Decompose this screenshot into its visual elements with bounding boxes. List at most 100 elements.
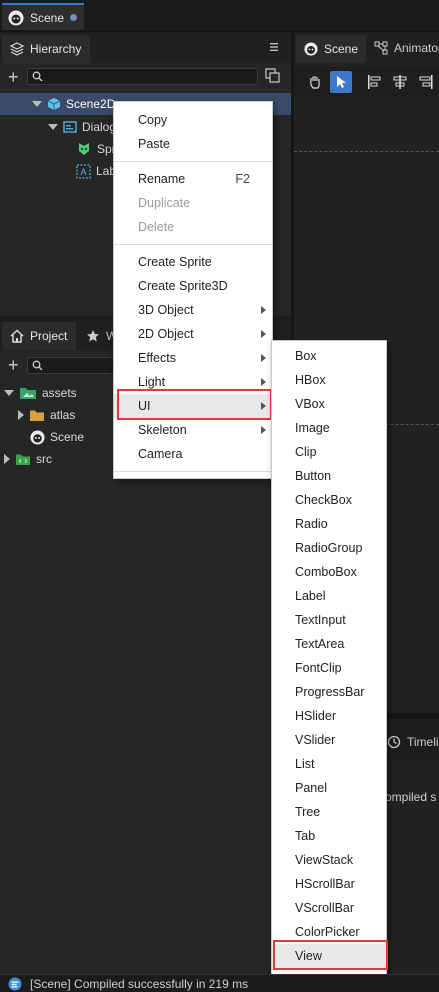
submenu-item-fontclip[interactable]: FontClip bbox=[272, 656, 386, 680]
submenu-item-progressbar[interactable]: ProgressBar bbox=[272, 680, 386, 704]
tree-row-atlas[interactable]: atlas bbox=[18, 404, 75, 426]
align-left-icon[interactable] bbox=[366, 74, 382, 90]
submenu-arrow-icon bbox=[261, 378, 266, 386]
submenu-item-radiogroup[interactable]: RadioGroup bbox=[272, 536, 386, 560]
project-search-input[interactable] bbox=[27, 357, 127, 374]
submenu-item-button[interactable]: Button bbox=[272, 464, 386, 488]
menu-item-light[interactable]: Light bbox=[114, 370, 272, 394]
status-info-icon bbox=[8, 977, 22, 991]
submenu-item-tab[interactable]: Tab bbox=[272, 824, 386, 848]
submenu-item-list[interactable]: List bbox=[272, 752, 386, 776]
code-folder-icon bbox=[15, 453, 31, 466]
submenu-item-radio[interactable]: Radio bbox=[272, 512, 386, 536]
tree-row-label: atlas bbox=[50, 408, 76, 422]
submenu-item-label[interactable]: Label bbox=[272, 584, 386, 608]
add-asset-button[interactable]: + bbox=[8, 356, 19, 374]
submenu-item-label: Box bbox=[295, 349, 317, 363]
submenu-item-textarea[interactable]: TextArea bbox=[272, 632, 386, 656]
submenu-item-image[interactable]: Image bbox=[272, 416, 386, 440]
submenu-item-label: Image bbox=[295, 421, 330, 435]
submenu-item-clip[interactable]: Clip bbox=[272, 440, 386, 464]
add-node-button[interactable]: + bbox=[8, 68, 19, 86]
tree-row-src[interactable]: src bbox=[4, 448, 52, 470]
menu-item-skeleton[interactable]: Skeleton bbox=[114, 418, 272, 442]
submenu-item-tree[interactable]: Tree bbox=[272, 800, 386, 824]
menu-item-duplicate: Duplicate bbox=[114, 191, 272, 215]
menu-item-label: Effects bbox=[138, 351, 176, 365]
menu-item-effects[interactable]: Effects bbox=[114, 346, 272, 370]
menu-item-3d-object[interactable]: 3D Object bbox=[114, 298, 272, 322]
submenu-item-label: ViewStack bbox=[295, 853, 354, 867]
expand-arrow-icon bbox=[32, 101, 42, 107]
menu-item-rename[interactable]: Rename F2 bbox=[114, 167, 272, 191]
ui-submenu: Box HBox VBox Image Clip Button CheckBox Radio R… bbox=[271, 340, 387, 992]
submenu-item-hbox[interactable]: HBox bbox=[272, 368, 386, 392]
submenu-item-box[interactable]: Box bbox=[272, 344, 386, 368]
tab-project[interactable]: Project bbox=[2, 322, 76, 350]
tree-row-sprite[interactable]: Spr bbox=[76, 138, 116, 160]
menu-item-label: Duplicate bbox=[138, 196, 191, 210]
hand-tool-icon[interactable] bbox=[304, 71, 326, 93]
expand-arrow-icon bbox=[4, 390, 14, 396]
tree-row-label: src bbox=[36, 452, 52, 466]
scene-icon bbox=[8, 10, 24, 26]
menu-item-2d-object[interactable]: 2D Object bbox=[114, 322, 272, 346]
panel-menu-icon[interactable] bbox=[268, 42, 280, 52]
folder-icon bbox=[29, 409, 45, 422]
animator-icon bbox=[374, 41, 388, 55]
submenu-arrow-icon bbox=[261, 426, 266, 434]
submenu-item-panel[interactable]: Panel bbox=[272, 776, 386, 800]
document-tab-bar: Scene bbox=[0, 0, 439, 32]
align-center-icon[interactable] bbox=[392, 74, 408, 90]
tab-hierarchy[interactable]: Hierarchy bbox=[2, 35, 90, 63]
menu-item-paste[interactable]: Paste bbox=[114, 132, 272, 156]
submenu-item-textinput[interactable]: TextInput bbox=[272, 608, 386, 632]
tab-timeline[interactable]: Timeli bbox=[387, 735, 439, 749]
copy-panel-icon[interactable] bbox=[265, 68, 280, 83]
collapse-arrow-icon bbox=[18, 410, 24, 420]
submenu-item-colorpicker[interactable]: ColorPicker bbox=[272, 920, 386, 944]
tree-row-label-node[interactable]: A Lab bbox=[76, 160, 116, 182]
submenu-item-vbox[interactable]: VBox bbox=[272, 392, 386, 416]
submenu-item-vscrollbar[interactable]: VScrollBar bbox=[272, 896, 386, 920]
menu-item-label: Copy bbox=[138, 113, 168, 127]
submenu-item-label: HSlider bbox=[295, 709, 336, 723]
select-tool-icon[interactable] bbox=[330, 71, 352, 93]
menu-item-label: 2D Object bbox=[138, 327, 194, 341]
menu-item-camera[interactable]: Camera bbox=[114, 442, 272, 466]
submenu-item-viewstack[interactable]: ViewStack bbox=[272, 848, 386, 872]
menu-item-copy[interactable]: Copy bbox=[114, 108, 272, 132]
tab-scene[interactable]: Scene bbox=[296, 35, 366, 63]
menu-item-create-sprite3d[interactable]: Create Sprite3D bbox=[114, 274, 272, 298]
submenu-item-label: ColorPicker bbox=[295, 925, 360, 939]
home-icon bbox=[10, 329, 24, 343]
tree-row-scene-file[interactable]: Scene bbox=[30, 426, 84, 448]
menu-item-label: Create Sprite3D bbox=[138, 279, 228, 293]
scene-icon bbox=[304, 42, 318, 56]
submenu-item-hscrollbar[interactable]: HScrollBar bbox=[272, 872, 386, 896]
submenu-item-label: RadioGroup bbox=[295, 541, 363, 555]
submenu-item-label: Tab bbox=[295, 829, 316, 843]
submenu-item-checkbox[interactable]: CheckBox bbox=[272, 488, 386, 512]
submenu-item-vslider[interactable]: VSlider bbox=[272, 728, 386, 752]
submenu-item-label: ComboBox bbox=[295, 565, 357, 579]
menu-separator bbox=[114, 161, 272, 162]
align-right-icon[interactable] bbox=[418, 74, 434, 90]
scene-document-tab-label: Scene bbox=[30, 10, 65, 25]
tree-row-label: assets bbox=[42, 386, 77, 400]
stage-guide-top bbox=[294, 151, 439, 152]
submenu-item-view[interactable]: View bbox=[272, 944, 386, 968]
hierarchy-search-input[interactable] bbox=[27, 68, 258, 85]
tree-row-assets[interactable]: assets bbox=[4, 382, 77, 404]
submenu-item-combobox[interactable]: ComboBox bbox=[272, 560, 386, 584]
tree-row-dialog[interactable]: Dialog bbox=[0, 116, 116, 138]
tab-animator[interactable]: Animator bbox=[374, 41, 439, 55]
submenu-item-hslider[interactable]: HSlider bbox=[272, 704, 386, 728]
expand-arrow-icon bbox=[48, 124, 58, 130]
menu-item-ui[interactable]: UI bbox=[114, 394, 272, 418]
scene-document-tab[interactable]: Scene bbox=[2, 3, 84, 30]
submenu-item-label: ProgressBar bbox=[295, 685, 365, 699]
submenu-item-label: Tree bbox=[295, 805, 321, 819]
menu-item-create-sprite[interactable]: Create Sprite bbox=[114, 250, 272, 274]
menu-item-label: Light bbox=[138, 375, 166, 389]
